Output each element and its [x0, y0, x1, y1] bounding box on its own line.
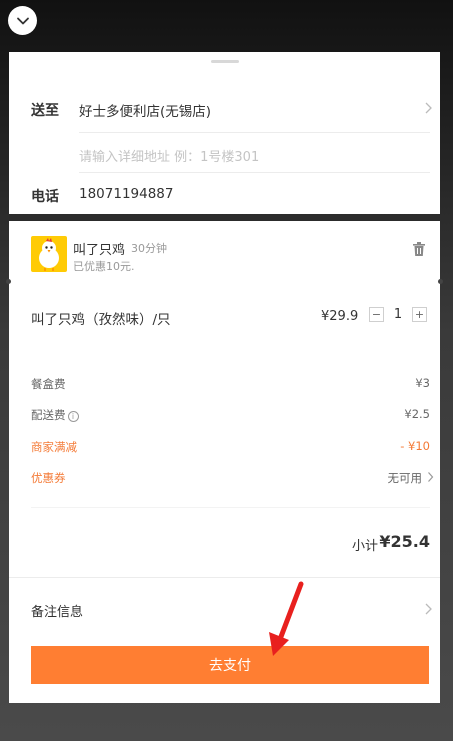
quantity-value: 1 [393, 307, 403, 322]
box-fee-label: 餐盒费 [31, 377, 66, 391]
increase-button[interactable]: + [412, 307, 427, 322]
coupon-selector[interactable]: 无可用 [388, 470, 423, 486]
decrease-button[interactable]: − [369, 307, 384, 322]
address-detail-input[interactable]: 请输入详细地址 例：1号楼301 [79, 146, 259, 165]
divider [9, 577, 440, 578]
annotation-arrow-icon [269, 581, 304, 656]
divider [79, 172, 430, 173]
pay-button[interactable]: 去支付 [31, 646, 429, 684]
divider [79, 132, 430, 133]
merchant-discount-value: - ¥10 [400, 439, 430, 453]
chevron-down-icon [16, 17, 29, 24]
delivery-fee-label: 配送费 i [31, 407, 79, 423]
delivery-fee-value: ¥2.5 [404, 407, 430, 421]
notes-row[interactable]: 备注信息 [31, 601, 83, 620]
phone-field[interactable]: 18071194887 [79, 186, 173, 202]
subtotal-label: 小计 [351, 539, 378, 554]
ticket-notch [6, 279, 11, 284]
delivery-time: 30分钟 [131, 242, 167, 255]
chevron-right-icon [428, 472, 434, 482]
quantity-stepper: − 1 + [369, 307, 427, 322]
phone-label: 电话 [31, 189, 59, 205]
shop-name: 叫了只鸡 [73, 243, 126, 258]
chevron-right-icon [425, 603, 432, 615]
coupon-label: 优惠券 [31, 471, 66, 485]
order-card: 叫了只鸡 30分钟 已优惠10元. 叫了只鸡（孜然味）/只 ¥29.9 − 1 … [6, 221, 443, 703]
merchant-discount-label: 商家满减 [31, 440, 77, 454]
divider [31, 507, 430, 508]
collapse-button[interactable] [8, 6, 37, 35]
address-selector[interactable]: 好士多便利店(无锡店) [79, 100, 211, 120]
discount-note: 已优惠10元. [73, 260, 135, 273]
chevron-right-icon [425, 102, 432, 114]
item-price: ¥29.9 [321, 309, 359, 324]
ticket-notch [438, 279, 443, 284]
subtotal-value: ¥25.4 [379, 532, 430, 551]
info-icon[interactable]: i [67, 411, 79, 422]
chicken-logo-icon [31, 236, 67, 272]
delivery-fee-text: 配送费 [31, 408, 66, 422]
drag-handle[interactable] [210, 60, 239, 63]
item-name: 叫了只鸡（孜然味）/只 [31, 312, 171, 328]
box-fee-value: ¥3 [415, 376, 430, 390]
trash-icon[interactable] [412, 241, 426, 257]
address-card: 送至 好士多便利店(无锡店) 请输入详细地址 例：1号楼301 电话 18071… [9, 52, 440, 214]
deliver-to-label: 送至 [31, 103, 59, 119]
